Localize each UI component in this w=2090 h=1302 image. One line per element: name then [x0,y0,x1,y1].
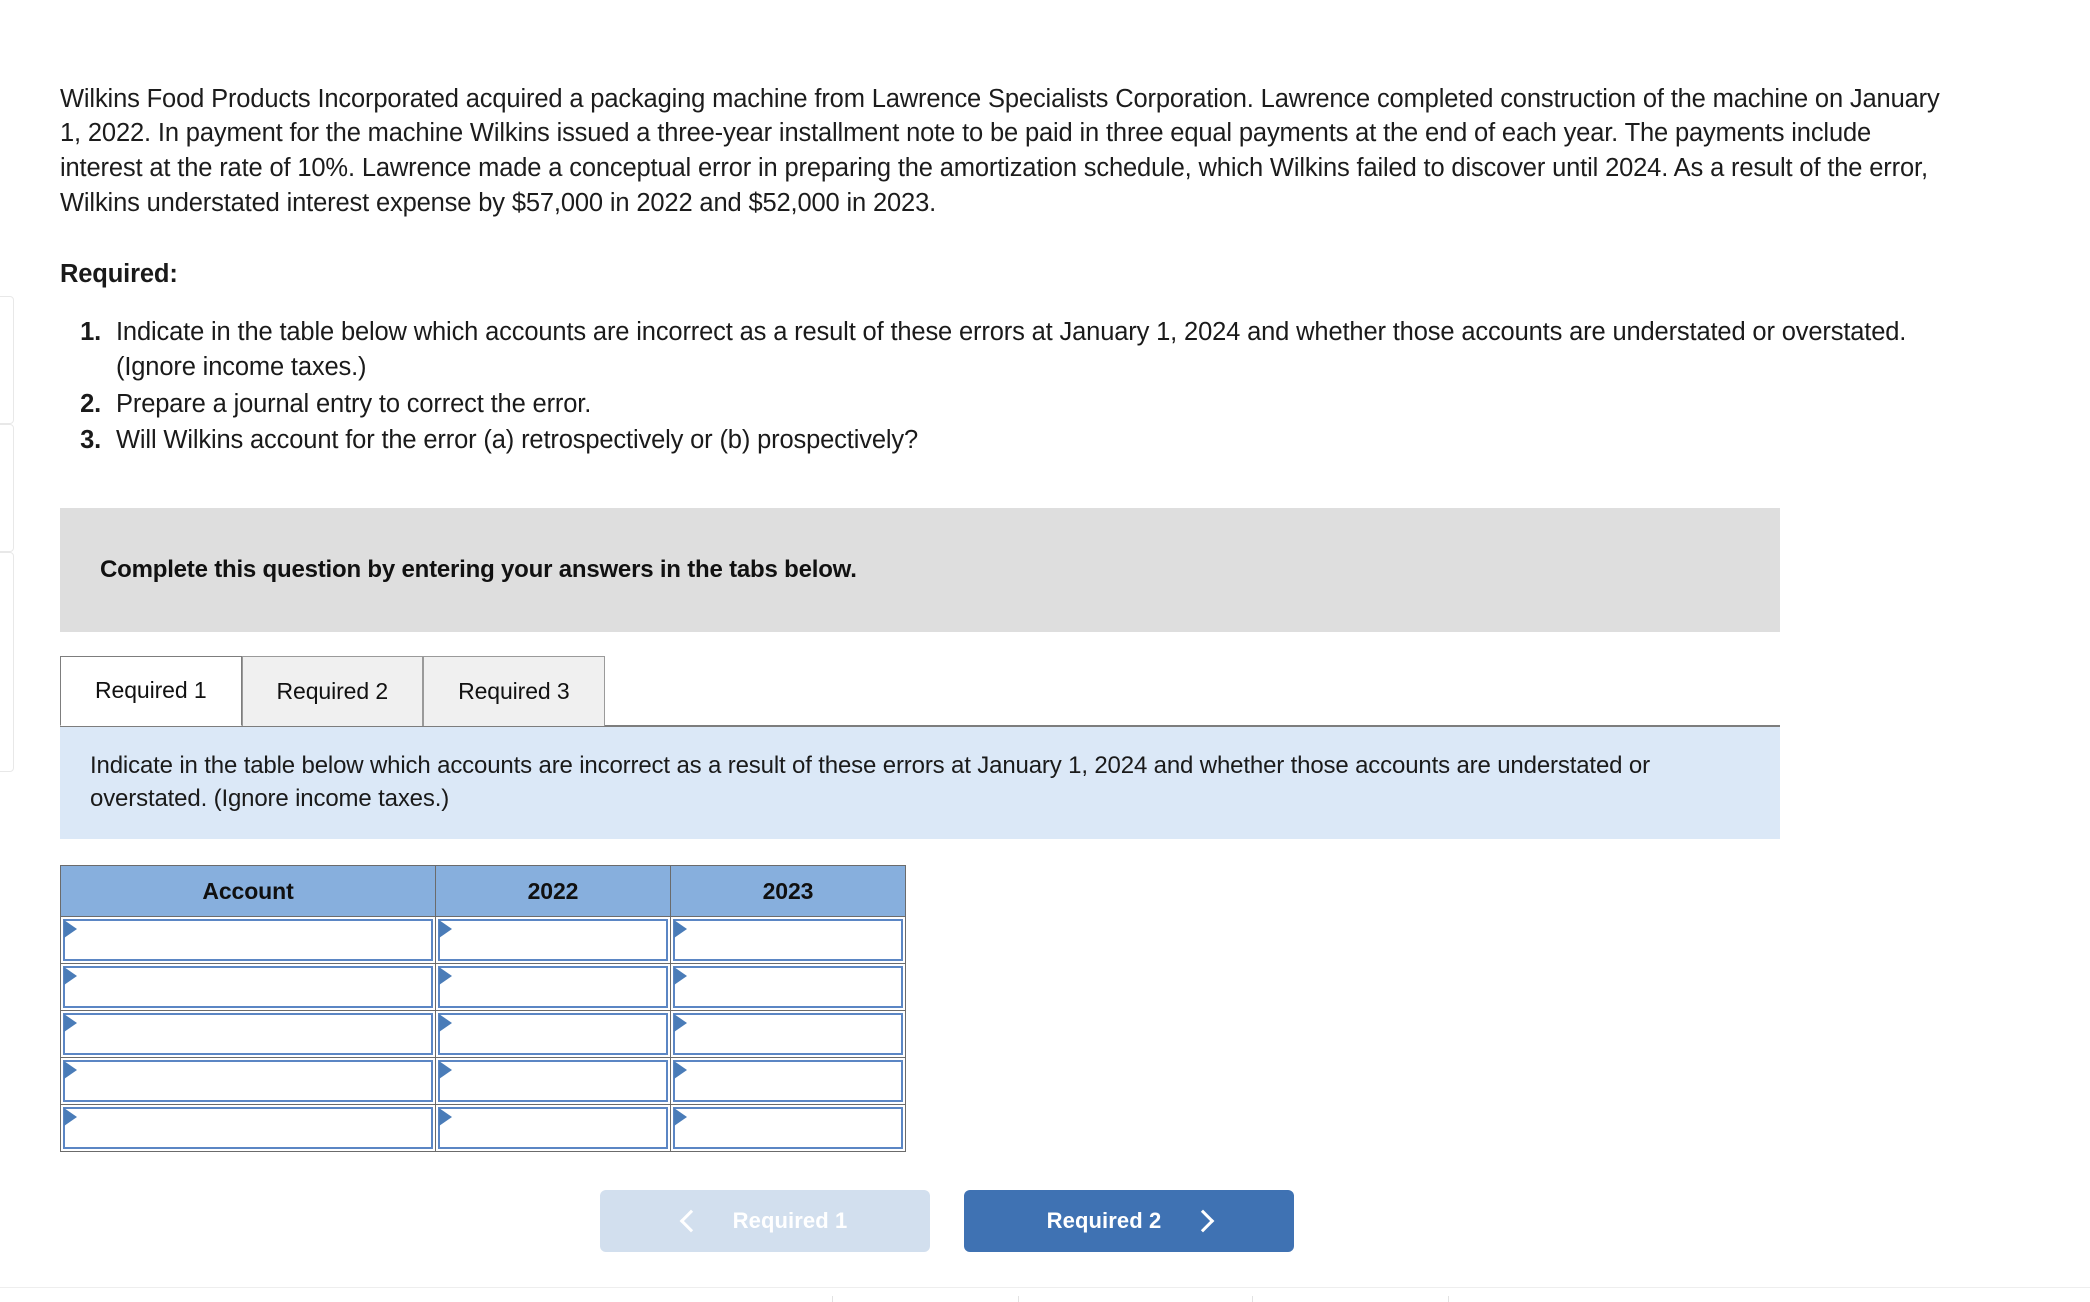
input-account-row-2[interactable] [63,966,433,1009]
tab-required-3-label: Required 3 [458,677,570,704]
required-list: Indicate in the table below which accoun… [60,315,2030,458]
cell-marker-icon [674,1014,687,1033]
column-header-2022: 2022 [435,865,671,918]
instructions-banner-text: Complete this question by entering your … [100,555,857,583]
cell-marker-icon [64,920,77,939]
table-row [60,1010,906,1059]
cell-2023-row-4[interactable] [670,1057,906,1106]
tab-required-1-label: Required 1 [95,677,207,704]
column-header-account: Account [60,865,436,918]
cell-marker-icon [439,1061,452,1080]
input-account-row-1[interactable] [63,919,433,962]
input-2022-row-5[interactable] [438,1107,668,1150]
input-2022-row-1[interactable] [438,919,668,962]
cell-2022-row-4[interactable] [435,1057,671,1106]
cell-marker-icon [674,920,687,939]
cell-marker-icon [439,1108,452,1127]
tab-required-2-label: Required 2 [276,677,389,704]
input-2023-row-2[interactable] [673,966,903,1009]
answer-table-body [60,916,906,1153]
answer-table-container: Account 2022 2023 [60,865,2030,1153]
input-2023-row-3[interactable] [673,1013,903,1056]
question-page: Wilkins Food Products Incorporated acqui… [0,0,2090,1253]
cell-marker-icon [674,1108,687,1127]
cell-marker-icon [64,1014,77,1033]
requirement-navigation: Required 1 Required 2 [60,1190,2030,1253]
cell-2022-row-1[interactable] [435,916,671,965]
tab-required-3[interactable]: Required 3 [423,655,605,726]
required-list-item-2: Prepare a journal entry to correct the e… [108,387,1916,422]
table-row [60,1104,906,1153]
bottom-divider [0,1287,2090,1288]
tab-required-2[interactable]: Required 2 [241,655,424,726]
cell-account-row-3[interactable] [60,1010,436,1059]
requirement-tabstrip: Required 1 Required 2 Required 3 [60,654,1780,726]
cell-marker-icon [674,967,687,986]
chevron-right-icon [1192,1209,1215,1233]
column-header-2023: 2023 [670,865,906,918]
cell-marker-icon [64,967,77,986]
cell-2023-row-3[interactable] [670,1010,906,1059]
chevron-left-icon [679,1209,702,1233]
input-account-row-5[interactable] [63,1107,433,1150]
cell-account-row-5[interactable] [60,1104,436,1153]
table-row [60,916,906,965]
tab-required-1[interactable]: Required 1 [60,655,242,726]
question-content: Wilkins Food Products Incorporated acqui… [60,0,2030,1253]
cell-marker-icon [64,1061,77,1080]
cell-account-row-4[interactable] [60,1057,436,1106]
answer-table: Account 2022 2023 [60,865,906,1153]
tab-instruction-banner: Indicate in the table below which accoun… [60,724,1780,840]
cell-marker-icon [439,920,452,939]
previous-requirement-button[interactable]: Required 1 [600,1190,930,1253]
required-list-item-1: Indicate in the table below which accoun… [108,315,1916,384]
cell-2022-row-5[interactable] [435,1104,671,1153]
instructions-banner: Complete this question by entering your … [60,507,1780,632]
next-requirement-label: Required 2 [1046,1208,1162,1234]
input-2023-row-1[interactable] [673,919,903,962]
cell-2023-row-1[interactable] [670,916,906,965]
required-heading: Required: [60,260,178,289]
cell-account-row-1[interactable] [60,916,436,965]
answer-table-head: Account 2022 2023 [60,865,906,918]
cell-2022-row-3[interactable] [435,1010,671,1059]
input-2022-row-4[interactable] [438,1060,668,1103]
cell-marker-icon [439,1014,452,1033]
cell-2023-row-5[interactable] [670,1104,906,1153]
cell-2022-row-2[interactable] [435,963,671,1012]
input-account-row-3[interactable] [63,1013,433,1056]
cell-2023-row-2[interactable] [670,963,906,1012]
input-2023-row-4[interactable] [673,1060,903,1103]
cell-marker-icon [674,1061,687,1080]
table-row [60,963,906,1012]
input-2022-row-2[interactable] [438,966,668,1009]
answer-table-header-row: Account 2022 2023 [60,865,906,918]
question-prompt-paragraph: Wilkins Food Products Incorporated acqui… [60,84,1940,217]
cell-marker-icon [64,1108,77,1127]
input-2023-row-5[interactable] [673,1107,903,1150]
previous-requirement-label: Required 1 [732,1208,848,1234]
tab-instruction-text: Indicate in the table below which accoun… [90,751,1650,812]
input-account-row-4[interactable] [63,1060,433,1103]
table-row [60,1057,906,1106]
cell-account-row-2[interactable] [60,963,436,1012]
bottom-tick-marks [0,1296,2090,1302]
input-2022-row-3[interactable] [438,1013,668,1056]
cell-marker-icon [439,967,452,986]
next-requirement-button[interactable]: Required 2 [964,1190,1294,1253]
required-list-item-3: Will Wilkins account for the error (a) r… [108,423,1916,458]
